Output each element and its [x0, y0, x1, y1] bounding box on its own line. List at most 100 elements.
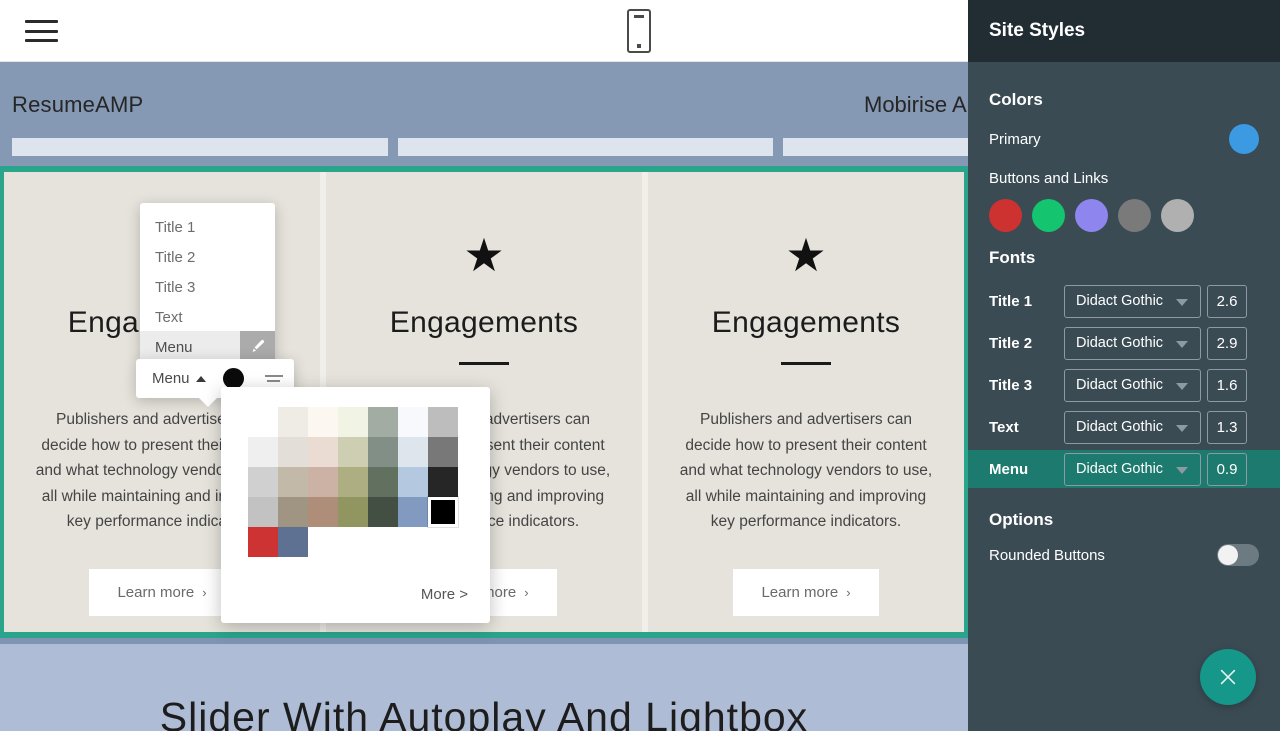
color-swatch[interactable]	[398, 497, 428, 527]
font-family-value: Didact Gothic	[1076, 377, 1164, 393]
color-swatch[interactable]	[428, 437, 458, 467]
color-swatch[interactable]	[278, 437, 308, 467]
panel-header: Site Styles	[968, 0, 1280, 62]
nav-placeholder	[12, 138, 388, 156]
font-family-select[interactable]: Didact Gothic	[1064, 368, 1201, 402]
color-swatch[interactable]	[338, 497, 368, 527]
font-size-input[interactable]: 2.6	[1207, 284, 1247, 318]
rounded-buttons-toggle[interactable]	[1217, 544, 1259, 566]
align-bar	[264, 375, 283, 377]
color-swatch[interactable]	[428, 497, 458, 527]
color-swatch[interactable]	[308, 467, 338, 497]
type-option-title1[interactable]: Title 1	[140, 211, 275, 241]
color-swatch[interactable]	[248, 437, 278, 467]
font-family-select[interactable]: Didact Gothic	[1064, 326, 1201, 360]
color-swatch[interactable]	[368, 407, 398, 437]
site-navbar[interactable]: ResumeAMP Mobirise AMP	[0, 62, 968, 166]
font-family-value: Didact Gothic	[1076, 419, 1164, 435]
slider-section[interactable]: Slider With Autoplay And Lightbox	[0, 638, 968, 731]
button-color-swatch[interactable]	[1032, 199, 1065, 232]
button-color-swatch[interactable]	[989, 199, 1022, 232]
colors-heading: Colors	[989, 90, 1043, 109]
font-family-value: Didact Gothic	[1076, 293, 1164, 309]
font-row-label: Title 1	[989, 292, 1033, 310]
color-swatch[interactable]	[428, 467, 458, 497]
learn-more-button[interactable]: Learn more ›	[733, 568, 879, 616]
font-row-title-1[interactable]: Title 1 Didact Gothic 2.6	[968, 282, 1280, 320]
caret-up-icon	[195, 375, 206, 382]
color-swatch[interactable]	[428, 407, 458, 437]
font-size-input[interactable]: 1.6	[1207, 368, 1247, 402]
chevron-down-icon	[1176, 341, 1188, 348]
color-swatch[interactable]	[368, 497, 398, 527]
card-text: Publishers and advertisers can decide ho…	[679, 411, 933, 531]
options-heading: Options	[989, 510, 1054, 529]
color-swatch[interactable]	[398, 407, 428, 437]
font-row-menu[interactable]: Menu Didact Gothic 0.9	[968, 450, 1280, 488]
hamburger-icon[interactable]	[25, 16, 58, 46]
color-swatch[interactable]	[338, 467, 368, 497]
app-root: ResumeAMP Mobirise AMP ★ Engagements Pub…	[0, 0, 1280, 731]
color-swatch[interactable]	[248, 527, 278, 557]
color-swatch[interactable]	[398, 467, 428, 497]
buttons-links-label: Buttons and Links	[989, 170, 1109, 187]
font-family-select[interactable]: Didact Gothic	[1064, 284, 1201, 318]
toggle-knob	[1218, 545, 1238, 565]
hamburger-bar	[25, 29, 58, 33]
font-row-text[interactable]: Text Didact Gothic 1.3	[968, 408, 1280, 446]
toolbar-type-label: Menu	[152, 370, 190, 387]
type-option-label: Text	[155, 309, 183, 326]
card-divider	[459, 362, 509, 365]
panel-title: Site Styles	[989, 20, 1086, 41]
toolbar-color-swatch[interactable]	[222, 368, 244, 389]
text-align-icon[interactable]	[264, 375, 283, 382]
button-color-swatch[interactable]	[1075, 199, 1108, 232]
color-swatch[interactable]	[308, 407, 338, 437]
color-swatch[interactable]	[368, 437, 398, 467]
nav-placeholder	[783, 138, 968, 156]
font-size-input[interactable]: 2.9	[1207, 326, 1247, 360]
nav-placeholder-row	[12, 138, 968, 156]
color-swatch[interactable]	[278, 407, 308, 437]
learn-more-button[interactable]: Learn more ›	[89, 568, 235, 616]
font-family-select[interactable]: Didact Gothic	[1064, 452, 1201, 486]
font-size-input[interactable]: 0.9	[1207, 452, 1247, 486]
primary-color-swatch[interactable]	[1229, 124, 1259, 154]
font-row-title-3[interactable]: Title 3 Didact Gothic 1.6	[968, 366, 1280, 404]
font-family-select[interactable]: Didact Gothic	[1064, 410, 1201, 444]
chevron-right-icon: ›	[524, 584, 529, 600]
text-type-dropdown: Title 1 Title 2 Title 3 Text Menu	[140, 203, 275, 361]
star-icon: ★	[463, 229, 505, 281]
type-option-title3[interactable]: Title 3	[140, 271, 275, 301]
font-row-title-2[interactable]: Title 2 Didact Gothic 2.9	[968, 324, 1280, 362]
color-swatch[interactable]	[308, 437, 338, 467]
type-option-menu[interactable]: Menu	[140, 331, 275, 361]
more-colors-link[interactable]: More >	[421, 586, 468, 603]
color-swatch[interactable]	[398, 437, 428, 467]
toolbar-type-selector[interactable]: Menu	[136, 370, 206, 387]
type-option-label: Title 1	[155, 219, 196, 236]
color-swatch[interactable]	[278, 467, 308, 497]
color-swatch-grid	[248, 407, 458, 557]
hamburger-bar	[25, 39, 58, 42]
font-row-label: Title 2	[989, 334, 1033, 352]
builder-topbar	[0, 0, 968, 62]
button-color-swatch[interactable]	[1161, 199, 1194, 232]
color-swatch[interactable]	[248, 467, 278, 497]
color-swatch[interactable]	[338, 437, 368, 467]
type-option-text[interactable]: Text	[140, 301, 275, 331]
mobile-preview-icon[interactable]	[627, 9, 651, 53]
type-option-title2[interactable]: Title 2	[140, 241, 275, 271]
font-size-input[interactable]: 1.3	[1207, 410, 1247, 444]
feature-card[interactable]: ★ Engagements Publishers and advertisers…	[642, 172, 964, 632]
color-swatch[interactable]	[248, 407, 278, 437]
close-panel-button[interactable]	[1200, 649, 1256, 705]
color-swatch[interactable]	[338, 407, 368, 437]
button-color-swatch[interactable]	[1118, 199, 1151, 232]
color-swatch[interactable]	[368, 467, 398, 497]
brush-icon[interactable]	[240, 331, 275, 361]
color-swatch[interactable]	[308, 497, 338, 527]
color-swatch[interactable]	[278, 527, 308, 557]
color-swatch[interactable]	[248, 497, 278, 527]
color-swatch[interactable]	[278, 497, 308, 527]
